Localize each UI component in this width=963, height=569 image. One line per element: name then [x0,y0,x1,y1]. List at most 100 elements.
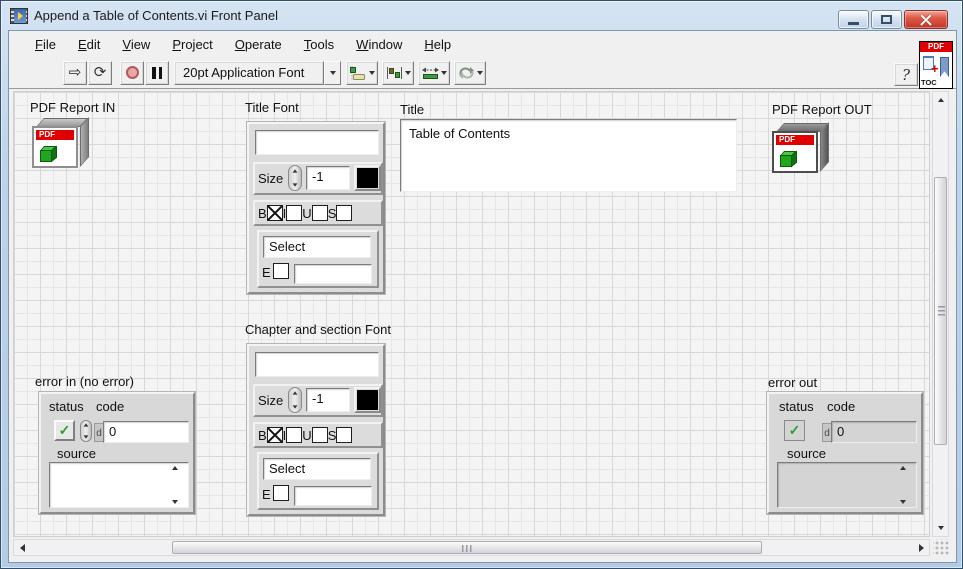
source-scrollbar[interactable] [897,466,909,504]
pause-button[interactable] [145,61,169,85]
size-spinner[interactable] [288,165,302,191]
close-button[interactable] [904,10,948,29]
scroll-left-button[interactable] [14,540,30,555]
align-objects-button[interactable] [346,61,378,85]
window-title: Append a Table of Contents.vi Front Pane… [34,8,278,23]
pdf-report-in-control[interactable]: PDF [32,118,90,170]
size-spinner[interactable] [288,387,302,413]
maximize-icon [881,15,892,24]
code-spinner[interactable] [80,420,92,442]
resize-grip[interactable] [933,539,949,555]
chapter-font-name-field[interactable] [255,352,379,377]
horizontal-scrollbar-thumb[interactable] [172,541,762,554]
scroll-up-button[interactable] [933,92,948,108]
abort-button[interactable] [120,61,144,85]
resize-objects-icon [422,66,439,80]
vi-icon-caption: TOC [921,78,937,87]
enable-checkbox[interactable] [273,485,289,501]
resize-objects-button[interactable] [418,61,450,85]
status-boolean-control[interactable]: ✓ [54,420,75,441]
enable-value-field[interactable] [294,486,372,506]
font-color-swatch[interactable] [354,387,381,413]
title-font-name-field[interactable] [255,130,379,155]
title-font-select-group: Select E [257,230,379,288]
code-label: code [827,399,855,414]
minimize-icon [848,22,859,25]
font-select-field[interactable]: Select [263,458,371,480]
menu-help[interactable]: Help [414,34,461,55]
reorder-objects-button[interactable] [454,61,486,85]
pdf-banner: PDF [36,130,74,140]
run-continuously-button[interactable]: ⟳ [88,61,112,85]
underline-checkbox[interactable] [312,205,328,221]
title-string-field[interactable]: Table of Contents [400,119,737,192]
client-area: File Edit View Project Operate Tools Win… [9,31,956,562]
source-scrollbar[interactable] [169,466,181,504]
italic-checkbox[interactable] [286,205,302,221]
minimize-button[interactable] [838,10,869,29]
vertical-scrollbar[interactable] [932,91,949,537]
error-in-label: error in (no error) [35,374,134,389]
run-button[interactable]: ⇨ [63,61,87,85]
bold-label: B [258,206,267,221]
underline-checkbox[interactable] [312,427,328,443]
cube-icon [40,145,58,162]
color-box-icon [357,390,378,410]
context-help-button[interactable]: ? [894,63,918,86]
strikeout-checkbox[interactable] [336,205,352,221]
source-label: source [787,446,826,461]
size-field[interactable]: -1 [306,166,350,190]
size-label: Size [258,171,283,186]
menu-window[interactable]: Window [346,34,412,55]
error-out-label: error out [768,375,817,390]
menu-file[interactable]: File [25,34,66,55]
pdf-report-in-label: PDF Report IN [30,100,115,115]
font-selector-dropdown-button[interactable] [324,61,341,85]
check-icon: ✓ [59,422,71,439]
font-color-swatch[interactable] [354,165,381,191]
italic-checkbox[interactable] [286,427,302,443]
size-label: Size [258,393,283,408]
toolbar: ⇨ ⟳ 20pt Application Font [9,57,956,89]
chapter-font-label: Chapter and section Font [245,322,391,337]
underline-label: U [302,206,311,221]
enable-value-field[interactable] [294,264,372,284]
menu-bar: File Edit View Project Operate Tools Win… [9,31,956,57]
strikeout-checkbox[interactable] [336,427,352,443]
menu-tools[interactable]: Tools [294,34,344,55]
enable-label: E [262,487,271,502]
cube-icon [780,150,798,167]
pdf-report-out-indicator: PDF [772,123,830,175]
run-icon: ⇨ [69,65,82,80]
source-label: source [57,446,96,461]
titlebar[interactable]: Append a Table of Contents.vi Front Pane… [1,1,962,31]
enable-checkbox[interactable] [273,263,289,279]
source-field[interactable] [49,462,189,508]
color-box-icon [357,168,378,188]
size-field[interactable]: -1 [306,388,350,412]
code-radix[interactable]: d [94,423,103,442]
horizontal-scrollbar[interactable] [13,539,930,556]
vertical-scrollbar-thumb[interactable] [934,177,947,445]
menu-view[interactable]: View [112,34,160,55]
code-field[interactable]: 0 [103,421,189,443]
title-label: Title [400,102,424,117]
font-selector-value: 20pt Application Font [183,65,304,80]
bold-checkbox[interactable] [267,427,283,443]
scroll-down-button[interactable] [933,520,948,536]
distribute-objects-button[interactable] [382,61,414,85]
vi-icon[interactable]: PDF + TOC [919,41,953,89]
chevron-down-icon [330,71,336,75]
menu-edit[interactable]: Edit [68,34,110,55]
maximize-button[interactable] [871,10,902,29]
menu-project[interactable]: Project [162,34,222,55]
title-font-size-group: Size -1 [253,162,383,195]
bold-checkbox[interactable] [267,205,283,221]
source-field [777,462,917,508]
scroll-right-button[interactable] [913,540,929,555]
font-selector[interactable]: 20pt Application Font [174,61,324,85]
close-icon [920,14,932,26]
menu-operate[interactable]: Operate [225,34,292,55]
pdf-banner: PDF [776,135,814,145]
font-select-field[interactable]: Select [263,236,371,258]
